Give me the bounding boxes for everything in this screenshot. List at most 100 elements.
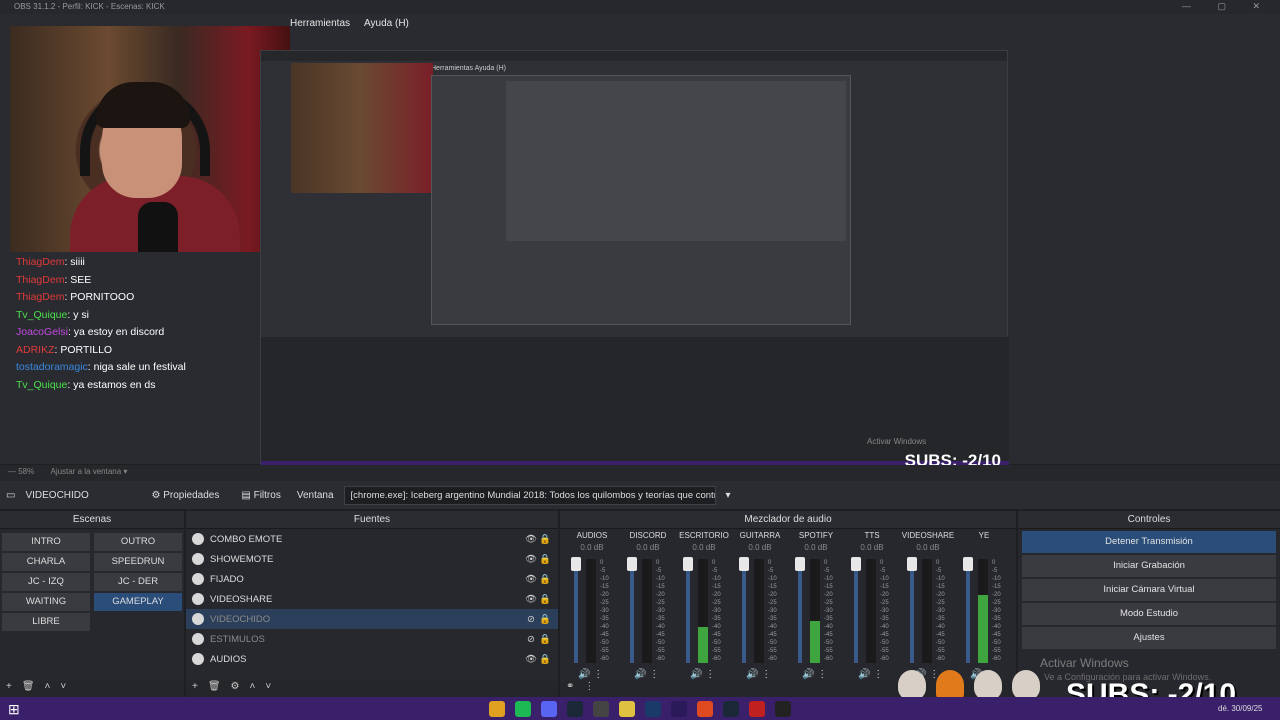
control-iniciar-grabaci-n[interactable]: Iniciar Grabación — [1022, 555, 1276, 577]
game-icon[interactable] — [749, 700, 765, 717]
mixer-channel: TTS 0.0 dB 0 -5 -10 -15 -20 -25 -30 -35 -4… — [844, 531, 900, 681]
db-scale: 0 -5 -10 -15 -20 -25 -30 -35 -40 -45 -50… — [768, 560, 777, 662]
volume-fader[interactable] — [686, 559, 690, 663]
volume-fader[interactable] — [798, 559, 802, 663]
fader-knob[interactable] — [795, 557, 805, 571]
down-icon[interactable]: ˅ — [60, 681, 66, 697]
premiere-icon[interactable] — [671, 700, 687, 717]
volume-fader[interactable] — [742, 559, 746, 663]
scene-charla[interactable]: CHARLA — [2, 553, 90, 571]
obs-icon[interactable] — [593, 700, 609, 717]
properties-button[interactable]: ⚙ Propiedades — [145, 486, 225, 505]
eye-icon[interactable]: 👁 — [524, 554, 538, 565]
speaker-icon[interactable]: 🔊 ⋮ — [802, 669, 827, 680]
lock-icon[interactable]: 🔒 — [538, 654, 552, 665]
source-label: VIDEOSHARE — [210, 593, 273, 605]
eye-icon[interactable]: 👁 — [524, 594, 538, 605]
fader-knob[interactable] — [907, 557, 917, 571]
chat-username: Tv_Quique — [16, 378, 68, 391]
scene-speedrun[interactable]: SPEEDRUN — [94, 553, 182, 571]
volume-fader[interactable] — [574, 559, 578, 663]
trash-icon[interactable]: 🗑 — [22, 681, 35, 697]
control-ajustes[interactable]: Ajustes — [1022, 627, 1276, 649]
folder-icon[interactable] — [619, 700, 635, 717]
discord-icon[interactable] — [541, 700, 557, 717]
filters-button[interactable]: ▤ Filtros — [235, 486, 286, 505]
volume-fader[interactable] — [966, 559, 970, 663]
scene-gameplay[interactable]: GAMEPLAY — [94, 593, 182, 611]
volume-fader[interactable] — [910, 559, 914, 663]
scenes-title: Escenas — [0, 511, 184, 529]
source-item[interactable]: COMBO EMOTE 👁 🔒 — [186, 529, 558, 549]
trash-icon[interactable]: 🗑 — [208, 681, 221, 697]
more-icon[interactable]: ⋮ — [584, 681, 594, 697]
up-icon[interactable]: ˄ — [250, 681, 256, 697]
scene-intro[interactable]: INTRO — [2, 533, 90, 551]
fader-knob[interactable] — [627, 557, 637, 571]
lock-icon[interactable]: 🔒 — [538, 594, 552, 605]
lock-icon[interactable]: 🔒 — [538, 534, 552, 545]
sources-toolbar: + 🗑 ⚙ ˄ ˅ — [186, 681, 558, 697]
eye-off-icon[interactable]: ⊘ — [524, 634, 538, 645]
scene-outro[interactable]: OUTRO — [94, 533, 182, 551]
window-controls[interactable]: — ▢ ✕ — [1182, 1, 1272, 12]
source-item[interactable]: SHOWEMOTE 👁 🔒 — [186, 549, 558, 569]
speaker-icon[interactable]: 🔊 ⋮ — [690, 669, 715, 680]
photoshop-icon[interactable] — [645, 700, 661, 717]
zoom-level[interactable]: 58% — [18, 467, 34, 476]
fire-icon — [936, 670, 964, 700]
speaker-icon[interactable]: 🔊 ⋮ — [634, 669, 659, 680]
fit-window[interactable]: Ajustar a la ventana — [50, 467, 121, 476]
volume-fader[interactable] — [854, 559, 858, 663]
scene-jc-izq[interactable]: JC - IZQ — [2, 573, 90, 591]
eye-icon[interactable]: 👁 — [524, 534, 538, 545]
source-item[interactable]: VIDEOSHARE 👁 🔒 — [186, 589, 558, 609]
fader-knob[interactable] — [963, 557, 973, 571]
menu-herramientas[interactable]: Herramientas — [290, 18, 350, 34]
speaker-icon[interactable]: 🔊 ⋮ — [858, 669, 883, 680]
spotify-icon[interactable] — [515, 700, 531, 717]
link-icon[interactable]: ⚭ — [566, 681, 574, 697]
fader-knob[interactable] — [851, 557, 861, 571]
chrome-icon[interactable] — [489, 700, 505, 717]
menu-ayuda[interactable]: Ayuda (H) — [364, 18, 409, 34]
window-select[interactable]: [chrome.exe]: Iceberg argentino Mundial … — [343, 485, 716, 505]
epic-icon[interactable] — [775, 700, 791, 717]
level-meter — [642, 559, 652, 663]
add-icon[interactable]: + — [6, 681, 12, 697]
scene-waiting[interactable]: WAITING — [2, 593, 90, 611]
control-modo-estudio[interactable]: Modo Estudio — [1022, 603, 1276, 625]
brave-icon[interactable] — [697, 700, 713, 717]
eye-off-icon[interactable]: ⊘ — [524, 614, 538, 625]
speaker-icon[interactable]: 🔊 ⋮ — [578, 669, 603, 680]
lock-icon[interactable]: 🔒 — [538, 614, 552, 625]
source-label: AUDIOS — [210, 653, 247, 665]
steam-icon[interactable] — [567, 700, 583, 717]
gear-icon[interactable]: ⚙ — [231, 681, 240, 697]
chevron-down-icon[interactable]: ▾ — [726, 490, 731, 501]
fader-knob[interactable] — [571, 557, 581, 571]
lock-icon[interactable]: 🔒 — [538, 574, 552, 585]
speaker-icon[interactable]: 🔊 ⋮ — [746, 669, 771, 680]
eye-icon[interactable]: 👁 — [524, 654, 538, 665]
eye-icon[interactable]: 👁 — [524, 574, 538, 585]
control-detener-transmisi-n[interactable]: Detener Transmisión — [1022, 531, 1276, 553]
lock-icon[interactable]: 🔒 — [538, 554, 552, 565]
up-icon[interactable]: ˄ — [45, 681, 51, 697]
preview-area[interactable]: ThiagDem: siiii ThiagDem: SEE ThiagDem: PO… — [0, 14, 1280, 475]
source-item[interactable]: VIDEOCHIDO ⊘ 🔒 — [186, 609, 558, 629]
fader-knob[interactable] — [683, 557, 693, 571]
source-item[interactable]: FIJADO 👁 🔒 — [186, 569, 558, 589]
down-icon[interactable]: ˅ — [265, 681, 271, 697]
windows-start-icon[interactable]: ⊞ — [8, 701, 20, 718]
lock-icon[interactable]: 🔒 — [538, 634, 552, 645]
volume-fader[interactable] — [630, 559, 634, 663]
scene-jc-der[interactable]: JC - DER — [94, 573, 182, 591]
steam2-icon[interactable] — [723, 700, 739, 717]
source-item[interactable]: AUDIOS 👁 🔒 — [186, 649, 558, 669]
control-iniciar-c-mara-virtual[interactable]: Iniciar Cámara Virtual — [1022, 579, 1276, 601]
source-item[interactable]: ESTIMULOS ⊘ 🔒 — [186, 629, 558, 649]
scene-libre[interactable]: LIBRE — [2, 613, 90, 631]
fader-knob[interactable] — [739, 557, 749, 571]
add-icon[interactable]: + — [192, 681, 198, 697]
